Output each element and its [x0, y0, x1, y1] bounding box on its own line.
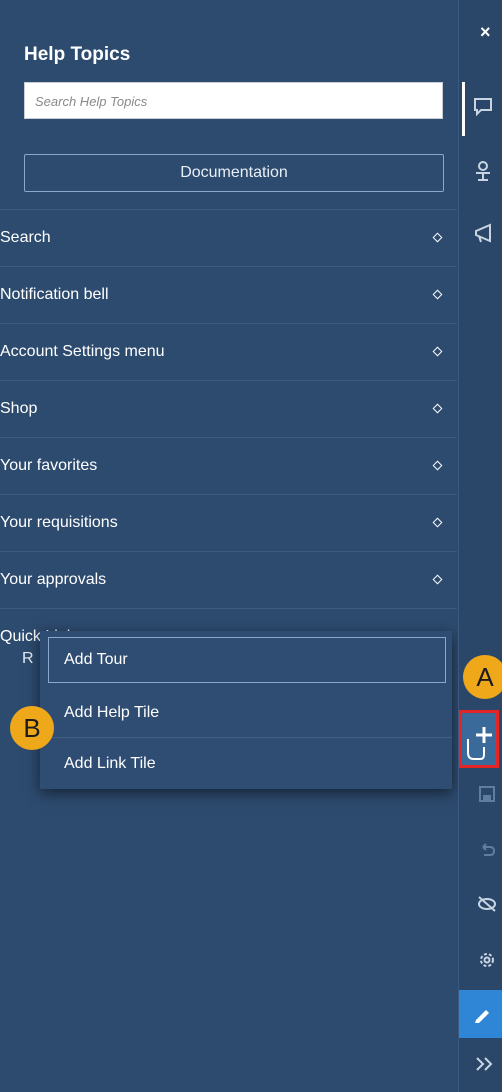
help-panel: Help Topics Search Help Topics Documenta… [0, 0, 457, 1092]
panel-title: Help Topics [24, 44, 131, 65]
callout-a: A [463, 655, 502, 699]
search-input[interactable]: Search Help Topics [24, 82, 443, 119]
topics-list: Search Notification bell Account Setting… [0, 209, 457, 665]
diamond-icon [432, 346, 443, 357]
add-icon [467, 727, 492, 760]
topic-item[interactable]: Your approvals [0, 551, 457, 608]
diamond-icon [432, 232, 443, 243]
megaphone-icon[interactable] [472, 222, 496, 244]
add-button[interactable] [459, 710, 499, 768]
partial-topic-label[interactable]: R [22, 650, 34, 668]
add-tour-item[interactable]: Add Tour [48, 637, 446, 683]
topic-item[interactable]: Account Settings menu [0, 323, 457, 380]
diamond-icon [432, 517, 443, 528]
settings-icon[interactable] [477, 950, 497, 970]
save-icon[interactable] [478, 785, 496, 803]
topic-item[interactable]: Your favorites [0, 437, 457, 494]
topic-label: Search [0, 229, 51, 246]
add-menu: Add Tour Add Help Tile Add Link Tile [40, 631, 452, 789]
callout-b: B [10, 706, 54, 750]
topic-item[interactable]: Notification bell [0, 266, 457, 323]
add-help-tile-item[interactable]: Add Help Tile [40, 687, 452, 739]
topic-item[interactable]: Search [0, 209, 457, 266]
topic-label: Your approvals [0, 571, 107, 588]
topic-item[interactable]: Your requisitions [0, 494, 457, 551]
active-indicator [462, 82, 465, 136]
topic-label: Notification bell [0, 286, 109, 303]
presenter-icon[interactable] [472, 160, 494, 182]
topic-item[interactable]: Shop [0, 380, 457, 437]
diamond-icon [432, 574, 443, 585]
documentation-button[interactable]: Documentation [24, 154, 444, 192]
topic-label: Your requisitions [0, 514, 118, 531]
edit-icon [475, 1010, 489, 1023]
undo-icon[interactable] [478, 840, 496, 858]
topic-label: Your favorites [0, 457, 98, 474]
add-link-tile-item[interactable]: Add Link Tile [40, 737, 452, 790]
diamond-icon [432, 289, 443, 300]
topic-label: Account Settings menu [0, 343, 165, 360]
menu-item-label: Add Tour [64, 651, 128, 668]
expand-icon[interactable] [474, 1056, 496, 1072]
menu-item-label: Add Link Tile [64, 755, 156, 772]
menu-item-label: Add Help Tile [64, 704, 160, 721]
chat-bubble-icon[interactable] [472, 96, 494, 116]
close-icon[interactable]: × [480, 22, 491, 43]
topic-label: Shop [0, 400, 38, 417]
diamond-icon [432, 403, 443, 414]
diamond-icon [432, 460, 443, 471]
edit-button[interactable] [459, 990, 502, 1038]
hide-icon[interactable] [476, 895, 498, 913]
